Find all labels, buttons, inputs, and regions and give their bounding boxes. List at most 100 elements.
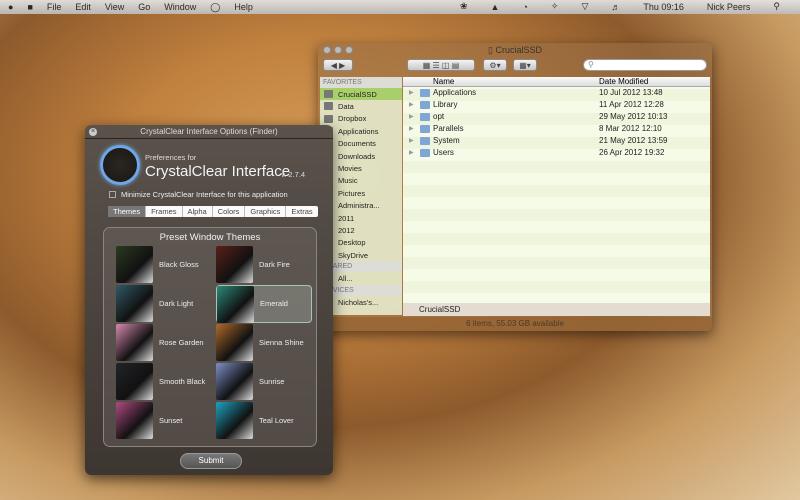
theme-thumbnail	[116, 285, 153, 322]
theme-thumbnail	[116, 402, 153, 439]
disclosure-triangle-icon[interactable]: ▶	[409, 101, 414, 108]
wifi-icon[interactable]: ▽	[581, 1, 588, 12]
file-row[interactable]: ▶ Parallels 8 Mar 2012 12:10	[403, 123, 710, 135]
crystalclear-options-window: × CrystalClear Interface Options (Finder…	[85, 125, 333, 475]
window-title: CrucialSSD	[495, 45, 542, 55]
file-date: 29 May 2012 10:13	[599, 112, 668, 121]
menu-go[interactable]: Go	[138, 2, 150, 12]
menu-view[interactable]: View	[105, 2, 124, 12]
file-date: 21 May 2012 13:59	[599, 136, 668, 145]
volume-icon[interactable]: ♬	[611, 2, 620, 12]
themes-panel: Preset Window Themes Black Gloss Dark Fir…	[103, 227, 317, 447]
theme-option[interactable]: Rose Garden	[116, 324, 212, 362]
minimize-button[interactable]	[334, 46, 342, 54]
folder-icon	[420, 101, 430, 109]
theme-thumbnail	[216, 363, 253, 400]
theme-thumbnail	[116, 324, 153, 361]
tab-extras[interactable]: Extras	[286, 206, 317, 217]
time-machine-icon[interactable]: ◔	[522, 2, 527, 12]
tab-alpha[interactable]: Alpha	[183, 206, 213, 217]
file-date: 26 Apr 2012 19:32	[599, 148, 665, 157]
folder-icon	[420, 89, 430, 97]
sidebar-item[interactable]: CrucialSSD	[320, 88, 402, 101]
disclosure-triangle-icon[interactable]: ▶	[409, 113, 414, 120]
view-buttons[interactable]: ▦ ☰ ◫ ▤	[407, 59, 475, 71]
bluetooth-icon[interactable]: ✧	[551, 1, 559, 12]
tab-graphics[interactable]: Graphics	[245, 206, 287, 217]
paw-icon[interactable]: ❀	[460, 1, 468, 12]
theme-option[interactable]: Dark Light	[116, 285, 212, 323]
minimize-checkbox[interactable]	[109, 191, 116, 198]
spotlight-icon[interactable]: ⚲	[773, 1, 780, 12]
file-row[interactable]: ▶ Users 26 Apr 2012 19:32	[403, 147, 710, 159]
sidebar-item[interactable]: Dropbox	[320, 113, 402, 125]
theme-thumbnail	[217, 286, 254, 323]
file-date: 10 Jul 2012 13:48	[599, 88, 663, 97]
status-bar: 6 items, 55.03 GB available	[318, 317, 712, 331]
theme-option[interactable]: Smooth Black	[116, 363, 212, 401]
minimize-option[interactable]: Minimize CrystalClear Interface for this…	[109, 190, 288, 199]
file-row[interactable]: ▶ System 21 May 2012 13:59	[403, 135, 710, 147]
theme-option[interactable]: Black Gloss	[116, 246, 212, 284]
sidebar-item[interactable]: Data	[320, 100, 402, 112]
menu-file[interactable]: File	[47, 2, 62, 12]
theme-thumbnail	[216, 324, 253, 361]
file-row[interactable]: ▶ opt 29 May 2012 10:13	[403, 111, 710, 123]
date-column-header[interactable]: Date Modified	[599, 77, 648, 86]
clock[interactable]: Thu 09:16	[643, 2, 684, 12]
folder-icon	[324, 90, 333, 98]
zoom-button[interactable]	[345, 46, 353, 54]
disclosure-triangle-icon[interactable]: ▶	[409, 137, 414, 144]
tab-themes[interactable]: Themes	[108, 206, 147, 217]
theme-option[interactable]: Teal Lover	[216, 402, 312, 440]
runner-icon[interactable]: ▲	[491, 2, 500, 12]
apple-icon[interactable]: ●	[8, 2, 13, 12]
theme-label: Smooth Black	[159, 377, 206, 386]
file-row[interactable]: ▶ Applications 10 Jul 2012 13:48	[403, 87, 710, 99]
theme-thumbnail	[216, 402, 253, 439]
finder-titlebar[interactable]: ▯ CrucialSSD	[318, 43, 712, 57]
app-icon[interactable]: ■	[27, 2, 32, 12]
user-name[interactable]: Nick Peers	[707, 2, 751, 12]
folder-icon	[420, 125, 430, 133]
close-button[interactable]	[323, 46, 331, 54]
finder-window: ▯ CrucialSSD ◀ ▶ ▦ ☰ ◫ ▤ ⚙▾ ▦▾ ⚲ FAVORIT…	[318, 43, 712, 331]
tab-colors[interactable]: Colors	[213, 206, 246, 217]
theme-option[interactable]: Sienna Shine	[216, 324, 312, 362]
theme-label: Emerald	[260, 299, 288, 308]
disclosure-triangle-icon[interactable]: ▶	[409, 125, 414, 132]
folder-icon	[420, 137, 430, 145]
close-icon[interactable]: ×	[89, 128, 97, 136]
back-forward-buttons[interactable]: ◀ ▶	[323, 59, 353, 71]
file-row[interactable]: ▶ Library 11 Apr 2012 12:28	[403, 99, 710, 111]
tab-frames[interactable]: Frames	[146, 206, 183, 217]
disclosure-triangle-icon[interactable]: ▶	[409, 89, 414, 96]
search-input[interactable]: ⚲	[583, 59, 707, 71]
window-title: CrystalClear Interface Options (Finder)	[85, 125, 333, 139]
theme-label: Sunrise	[259, 377, 285, 386]
theme-option[interactable]: Sunset	[116, 402, 212, 440]
theme-label: Teal Lover	[259, 416, 294, 425]
menu-window[interactable]: Window	[164, 2, 196, 12]
folder-icon	[420, 149, 430, 157]
menu-help[interactable]: Help	[234, 2, 253, 12]
theme-option[interactable]: Emerald	[216, 285, 312, 323]
arrange-button[interactable]: ▦▾	[513, 59, 537, 71]
path-item[interactable]: CrucialSSD	[419, 305, 460, 314]
action-gear-icon[interactable]: ⚙▾	[483, 59, 507, 71]
file-list: Name Date Modified ▶ Applications 10 Jul 2…	[403, 77, 710, 303]
menu-edit[interactable]: Edit	[75, 2, 91, 12]
file-date: 8 Mar 2012 12:10	[599, 124, 662, 133]
column-header: Name Date Modified	[403, 77, 710, 87]
theme-thumbnail	[216, 246, 253, 283]
name-column-header[interactable]: Name	[433, 77, 454, 86]
theme-option[interactable]: Sunrise	[216, 363, 312, 401]
favorites-header: FAVORITES	[320, 77, 402, 88]
prefs-for-label: Preferences for	[145, 153, 197, 162]
crystalclear-menu-icon[interactable]: ◯	[210, 2, 220, 13]
theme-option[interactable]: Dark Fire	[216, 246, 312, 284]
file-name: Parallels	[433, 124, 464, 133]
submit-button[interactable]: Submit	[180, 453, 242, 469]
disclosure-triangle-icon[interactable]: ▶	[409, 149, 414, 156]
file-name: Applications	[433, 88, 477, 97]
